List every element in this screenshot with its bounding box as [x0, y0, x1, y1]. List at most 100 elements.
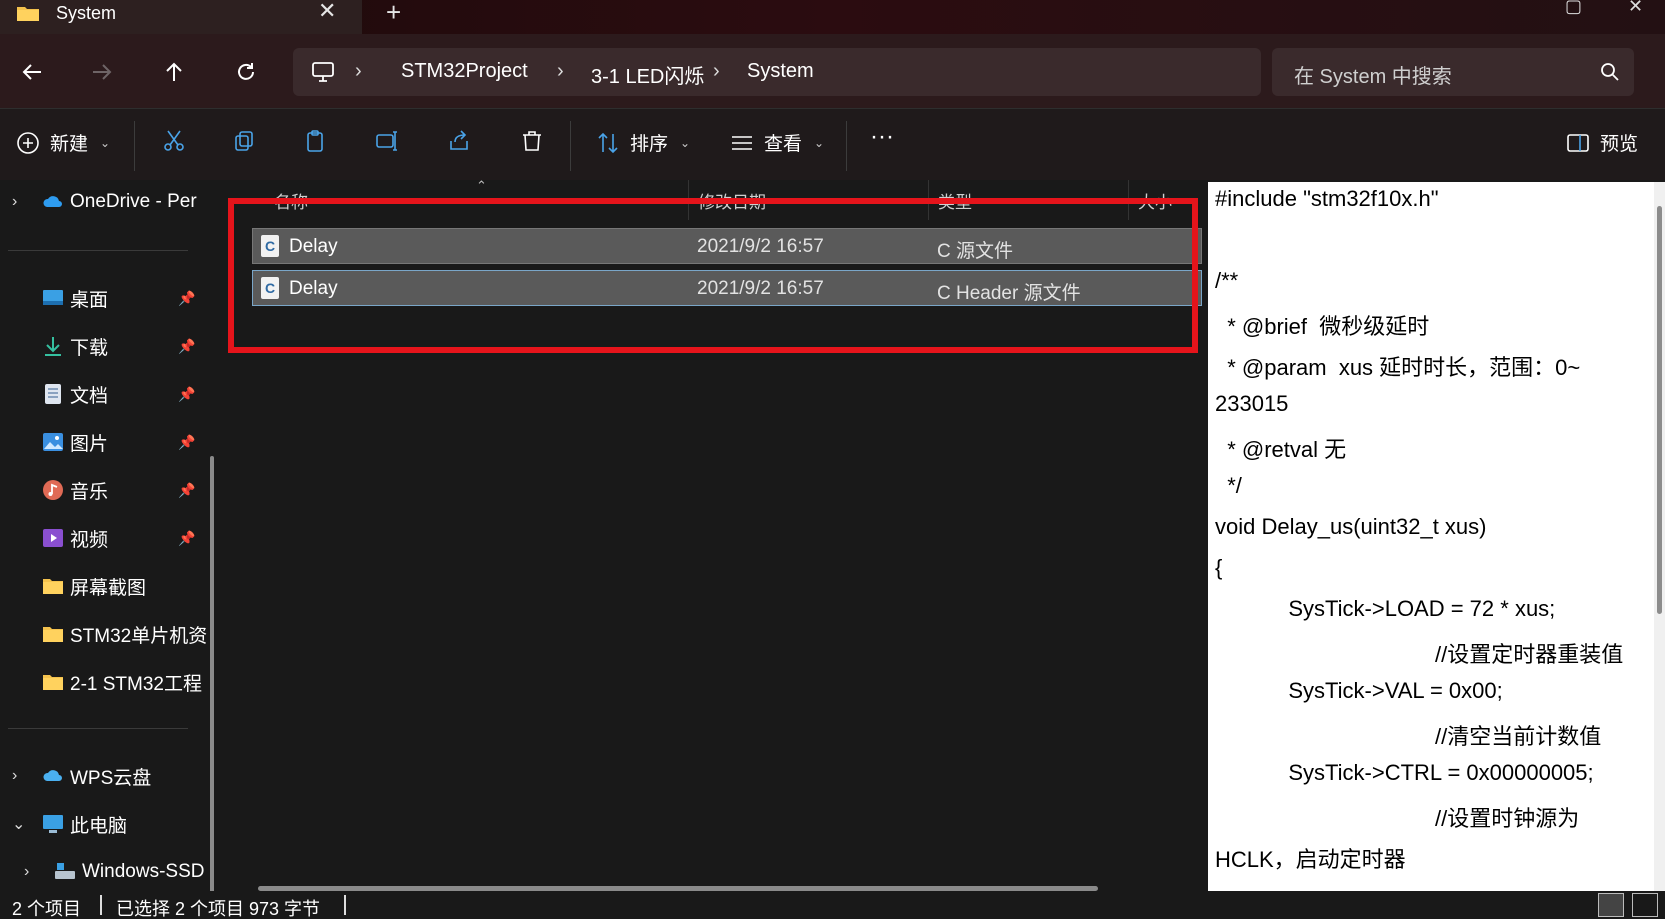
command-bar: 新建 ⌄ 排序 ⌄ 查看 ⌄ ··· 预览 [0, 108, 1665, 180]
folder-icon [43, 627, 63, 642]
document-icon [45, 384, 61, 404]
sort-icon [598, 132, 618, 153]
sidebar-item-windows-ssd[interactable]: › Windows-SSD [12, 852, 222, 891]
details-view-button[interactable] [1598, 893, 1624, 917]
new-button[interactable]: 新建 ⌄ [16, 129, 110, 156]
trash-icon [523, 131, 541, 151]
sidebar-item-label: 桌面 [70, 289, 109, 311]
chevron-down-icon: ⌄ [814, 135, 825, 150]
expand-chevron-icon[interactable]: › [24, 863, 29, 881]
scrollbar-thumb[interactable] [1657, 206, 1662, 614]
code-line: */ [1215, 473, 1242, 498]
folder-icon [43, 675, 63, 690]
desktop-icon [43, 290, 63, 305]
sidebar-item-label: 音乐 [70, 481, 109, 503]
more-button[interactable]: ··· [870, 123, 894, 151]
forward-button[interactable] [82, 52, 122, 92]
pin-icon[interactable]: 📌 [178, 338, 195, 355]
sidebar-item-label: OneDrive - Per [70, 191, 197, 212]
preview-label: 预览 [1600, 134, 1639, 155]
more-icon: ··· [870, 123, 894, 150]
navigation-bar: › STM32Project › 3-1 LED闪烁 › System 在 Sy… [0, 34, 1665, 108]
forward-arrow-icon [93, 64, 112, 80]
code-line: HCLK，启动定时器 [1215, 847, 1406, 872]
pin-icon[interactable]: 📌 [178, 434, 195, 451]
expand-chevron-icon[interactable]: › [12, 767, 17, 785]
address-bar[interactable]: › STM32Project › 3-1 LED闪烁 › System [293, 48, 1261, 96]
music-icon [43, 480, 63, 500]
tiles-view-button[interactable] [1632, 893, 1658, 917]
breadcrumb-chevron-icon[interactable]: › [713, 60, 720, 83]
search-icon[interactable] [1600, 62, 1620, 82]
sidebar-item-videos[interactable]: 视频 📌 [0, 518, 210, 558]
chevron-down-icon: ⌄ [680, 135, 691, 150]
sidebar-item-onedrive[interactable]: › OneDrive - Per [0, 182, 210, 222]
refresh-button[interactable] [226, 52, 266, 92]
this-pc-icon[interactable] [311, 60, 335, 84]
drive-icon [55, 863, 75, 879]
sidebar-item-downloads[interactable]: 下载 📌 [0, 326, 210, 366]
preview-pane-button[interactable]: 预览 [1566, 129, 1638, 156]
sidebar-item-desktop[interactable]: 桌面 📌 [0, 278, 210, 318]
copy-icon [235, 131, 253, 151]
close-window-icon[interactable]: ✕ [1628, 0, 1643, 17]
sidebar-item-label: 2-1 STM32工程 [70, 673, 202, 695]
up-arrow-icon [166, 62, 182, 81]
cut-button[interactable] [162, 129, 186, 153]
rename-button[interactable] [375, 129, 399, 153]
pin-icon[interactable]: 📌 [178, 482, 195, 499]
code-line: //设置时钟源为 [1215, 806, 1580, 831]
sidebar-scrollbar[interactable] [210, 456, 214, 891]
tab-system[interactable]: System ✕ [0, 0, 362, 34]
back-button[interactable] [12, 52, 52, 92]
delete-button[interactable] [520, 129, 544, 153]
sidebar-item-label: Windows-SSD [82, 861, 205, 882]
code-line: //清空当前计数值 [1215, 724, 1602, 749]
divider [100, 895, 102, 915]
search-box[interactable]: 在 System 中搜索 [1272, 48, 1634, 96]
code-line: /** [1215, 268, 1239, 293]
sidebar-item-screenshots[interactable]: 屏幕截图 [0, 566, 210, 606]
breadcrumb-chevron-icon[interactable]: › [557, 60, 564, 83]
close-tab-icon[interactable]: ✕ [318, 0, 336, 24]
sidebar-item-wps[interactable]: › WPS云盘 [0, 756, 210, 796]
sidebar-item-this-pc[interactable]: ⌄ 此电脑 [0, 804, 210, 844]
pin-icon[interactable]: 📌 [178, 386, 195, 403]
sidebar-item-label: WPS云盘 [70, 767, 152, 789]
navigation-pane: › OneDrive - Per 桌面 📌 下载 📌 文档 📌 图片 📌 音乐 … [0, 180, 222, 891]
divider [134, 121, 135, 171]
maximize-icon[interactable]: ▢ [1565, 0, 1582, 17]
video-icon [43, 529, 63, 547]
paste-button[interactable] [303, 129, 327, 153]
divider [8, 250, 188, 251]
sidebar-item-music[interactable]: 音乐 📌 [0, 470, 210, 510]
sidebar-item-label: 屏幕截图 [70, 577, 147, 599]
view-label: 查看 [764, 134, 803, 155]
sidebar-item-stm32-project[interactable]: 2-1 STM32工程 [0, 662, 210, 702]
up-button[interactable] [154, 52, 194, 92]
share-button[interactable] [447, 129, 471, 153]
sidebar-item-documents[interactable]: 文档 📌 [0, 374, 210, 414]
search-input[interactable]: 在 System 中搜索 [1294, 60, 1452, 89]
plus-circle-icon [17, 131, 39, 154]
preview-scrollbar[interactable] [1654, 182, 1665, 891]
divider [570, 121, 571, 171]
divider [846, 121, 847, 171]
rename-icon [376, 131, 397, 151]
expand-chevron-icon[interactable]: › [12, 193, 17, 211]
view-button[interactable]: 查看 ⌄ [730, 129, 824, 156]
breadcrumb-item[interactable]: System [747, 60, 814, 83]
sidebar-item-stm32-materials[interactable]: STM32单片机资 [0, 614, 210, 654]
new-tab-button[interactable]: + [386, 0, 401, 28]
breadcrumb-item[interactable]: STM32Project [401, 60, 528, 83]
copy-button[interactable] [232, 129, 256, 153]
sidebar-item-pictures[interactable]: 图片 📌 [0, 422, 210, 462]
pin-icon[interactable]: 📌 [178, 530, 195, 547]
sort-button[interactable]: 排序 ⌄ [596, 129, 690, 156]
preview-pane-icon [1567, 133, 1589, 152]
pin-icon[interactable]: 📌 [178, 290, 195, 307]
collapse-chevron-icon[interactable]: ⌄ [12, 814, 25, 834]
breadcrumb-item[interactable]: 3-1 LED闪烁 [591, 60, 704, 89]
breadcrumb-chevron-icon[interactable]: › [355, 60, 362, 83]
code-line: 233015 [1215, 391, 1289, 416]
